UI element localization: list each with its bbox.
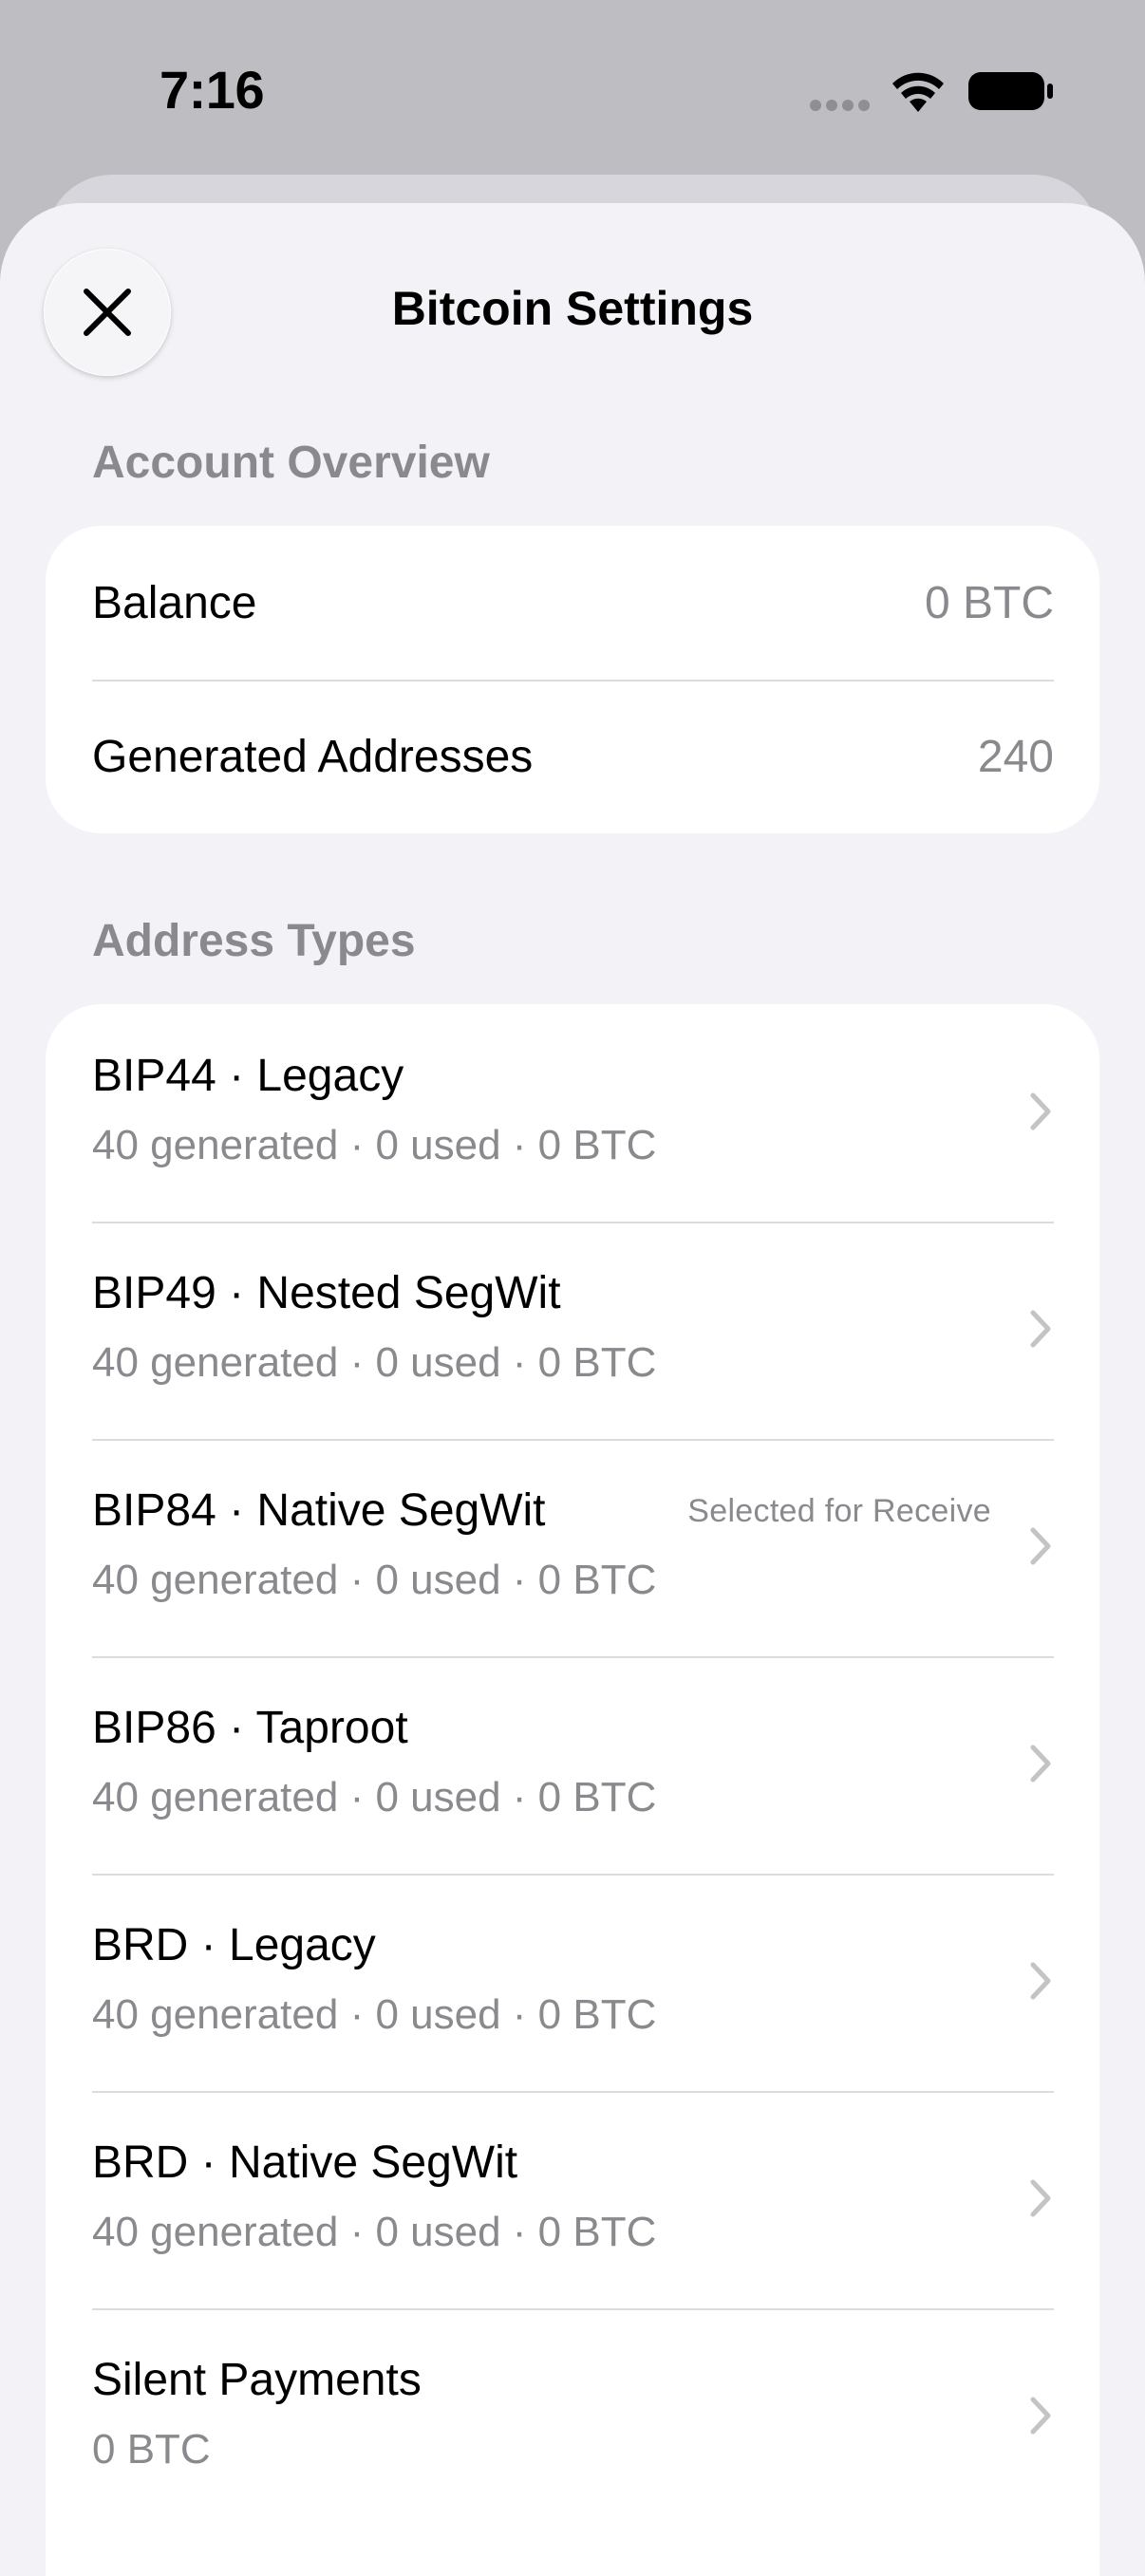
chevron-right-icon	[1030, 1092, 1051, 1130]
address-type-title: BIP49 · Nested SegWit	[92, 1268, 561, 1318]
status-bar: 7:16	[0, 0, 1145, 180]
address-type-subtitle: 0 BTC	[92, 2426, 211, 2473]
address-type-subtitle: 40 generated · 0 used · 0 BTC	[92, 1557, 657, 1603]
chevron-right-icon	[1030, 2179, 1051, 2217]
address-type-subtitle: 40 generated · 0 used · 0 BTC	[92, 1339, 657, 1386]
address-type-title: BIP86 · Taproot	[92, 1703, 408, 1753]
address-type-title: BIP44 · Legacy	[92, 1051, 404, 1101]
sheet-title: Bitcoin Settings	[391, 282, 754, 335]
status-time: 7:16	[160, 60, 265, 120]
chevron-right-icon	[1030, 1310, 1051, 1348]
address-type-row-bip44[interactable]: BIP44 · Legacy 40 generated · 0 used · 0…	[46, 1004, 1099, 1222]
chevron-right-icon	[1030, 1745, 1051, 1783]
balance-row: Balance 0 BTC	[46, 526, 1099, 680]
address-type-row-bip49[interactable]: BIP49 · Nested SegWit 40 generated · 0 u…	[46, 1222, 1099, 1439]
address-type-title: BRD · Native SegWit	[92, 2137, 518, 2188]
chevron-right-icon	[1030, 2397, 1051, 2435]
selected-for-receive-badge: Selected for Receive	[687, 1493, 991, 1529]
address-type-row-bip84[interactable]: BIP84 · Native SegWit Selected for Recei…	[46, 1439, 1099, 1656]
address-type-subtitle: 40 generated · 0 used · 0 BTC	[92, 1122, 657, 1168]
section-header-address-types: Address Types	[92, 916, 416, 966]
address-types-card: BIP44 · Legacy 40 generated · 0 used · 0…	[46, 1004, 1099, 2576]
generated-addresses-label: Generated Addresses	[92, 731, 534, 782]
balance-label: Balance	[92, 577, 257, 628]
address-type-title: BIP84 · Native SegWit	[92, 1485, 546, 1536]
section-header-account-overview: Account Overview	[92, 438, 490, 488]
address-type-subtitle: 40 generated · 0 used · 0 BTC	[92, 2209, 657, 2255]
address-type-row-silent-payments[interactable]: Silent Payments 0 BTC	[46, 2308, 1099, 2526]
chevron-right-icon	[1030, 1962, 1051, 2000]
wifi-icon	[892, 72, 944, 112]
address-type-title: Silent Payments	[92, 2355, 422, 2405]
address-type-row-bip86[interactable]: BIP86 · Taproot 40 generated · 0 used · …	[46, 1656, 1099, 1874]
generated-addresses-value: 240	[977, 731, 1054, 782]
address-type-row-brd-native-segwit[interactable]: BRD · Native SegWit 40 generated · 0 use…	[46, 2091, 1099, 2308]
account-overview-card: Balance 0 BTC Generated Addresses 240	[46, 526, 1099, 833]
balance-value: 0 BTC	[924, 577, 1054, 628]
cellular-signal-icon	[810, 100, 870, 111]
generated-addresses-row: Generated Addresses 240	[46, 680, 1099, 833]
bitcoin-settings-sheet: Bitcoin Settings Account Overview Balanc…	[0, 203, 1145, 2576]
address-type-row-brd-legacy[interactable]: BRD · Legacy 40 generated · 0 used · 0 B…	[46, 1874, 1099, 2091]
address-type-subtitle: 40 generated · 0 used · 0 BTC	[92, 1991, 657, 2038]
address-type-title: BRD · Legacy	[92, 1920, 376, 1970]
chevron-right-icon	[1030, 1527, 1051, 1565]
address-type-subtitle: 40 generated · 0 used · 0 BTC	[92, 1774, 657, 1820]
battery-icon	[968, 72, 1053, 110]
